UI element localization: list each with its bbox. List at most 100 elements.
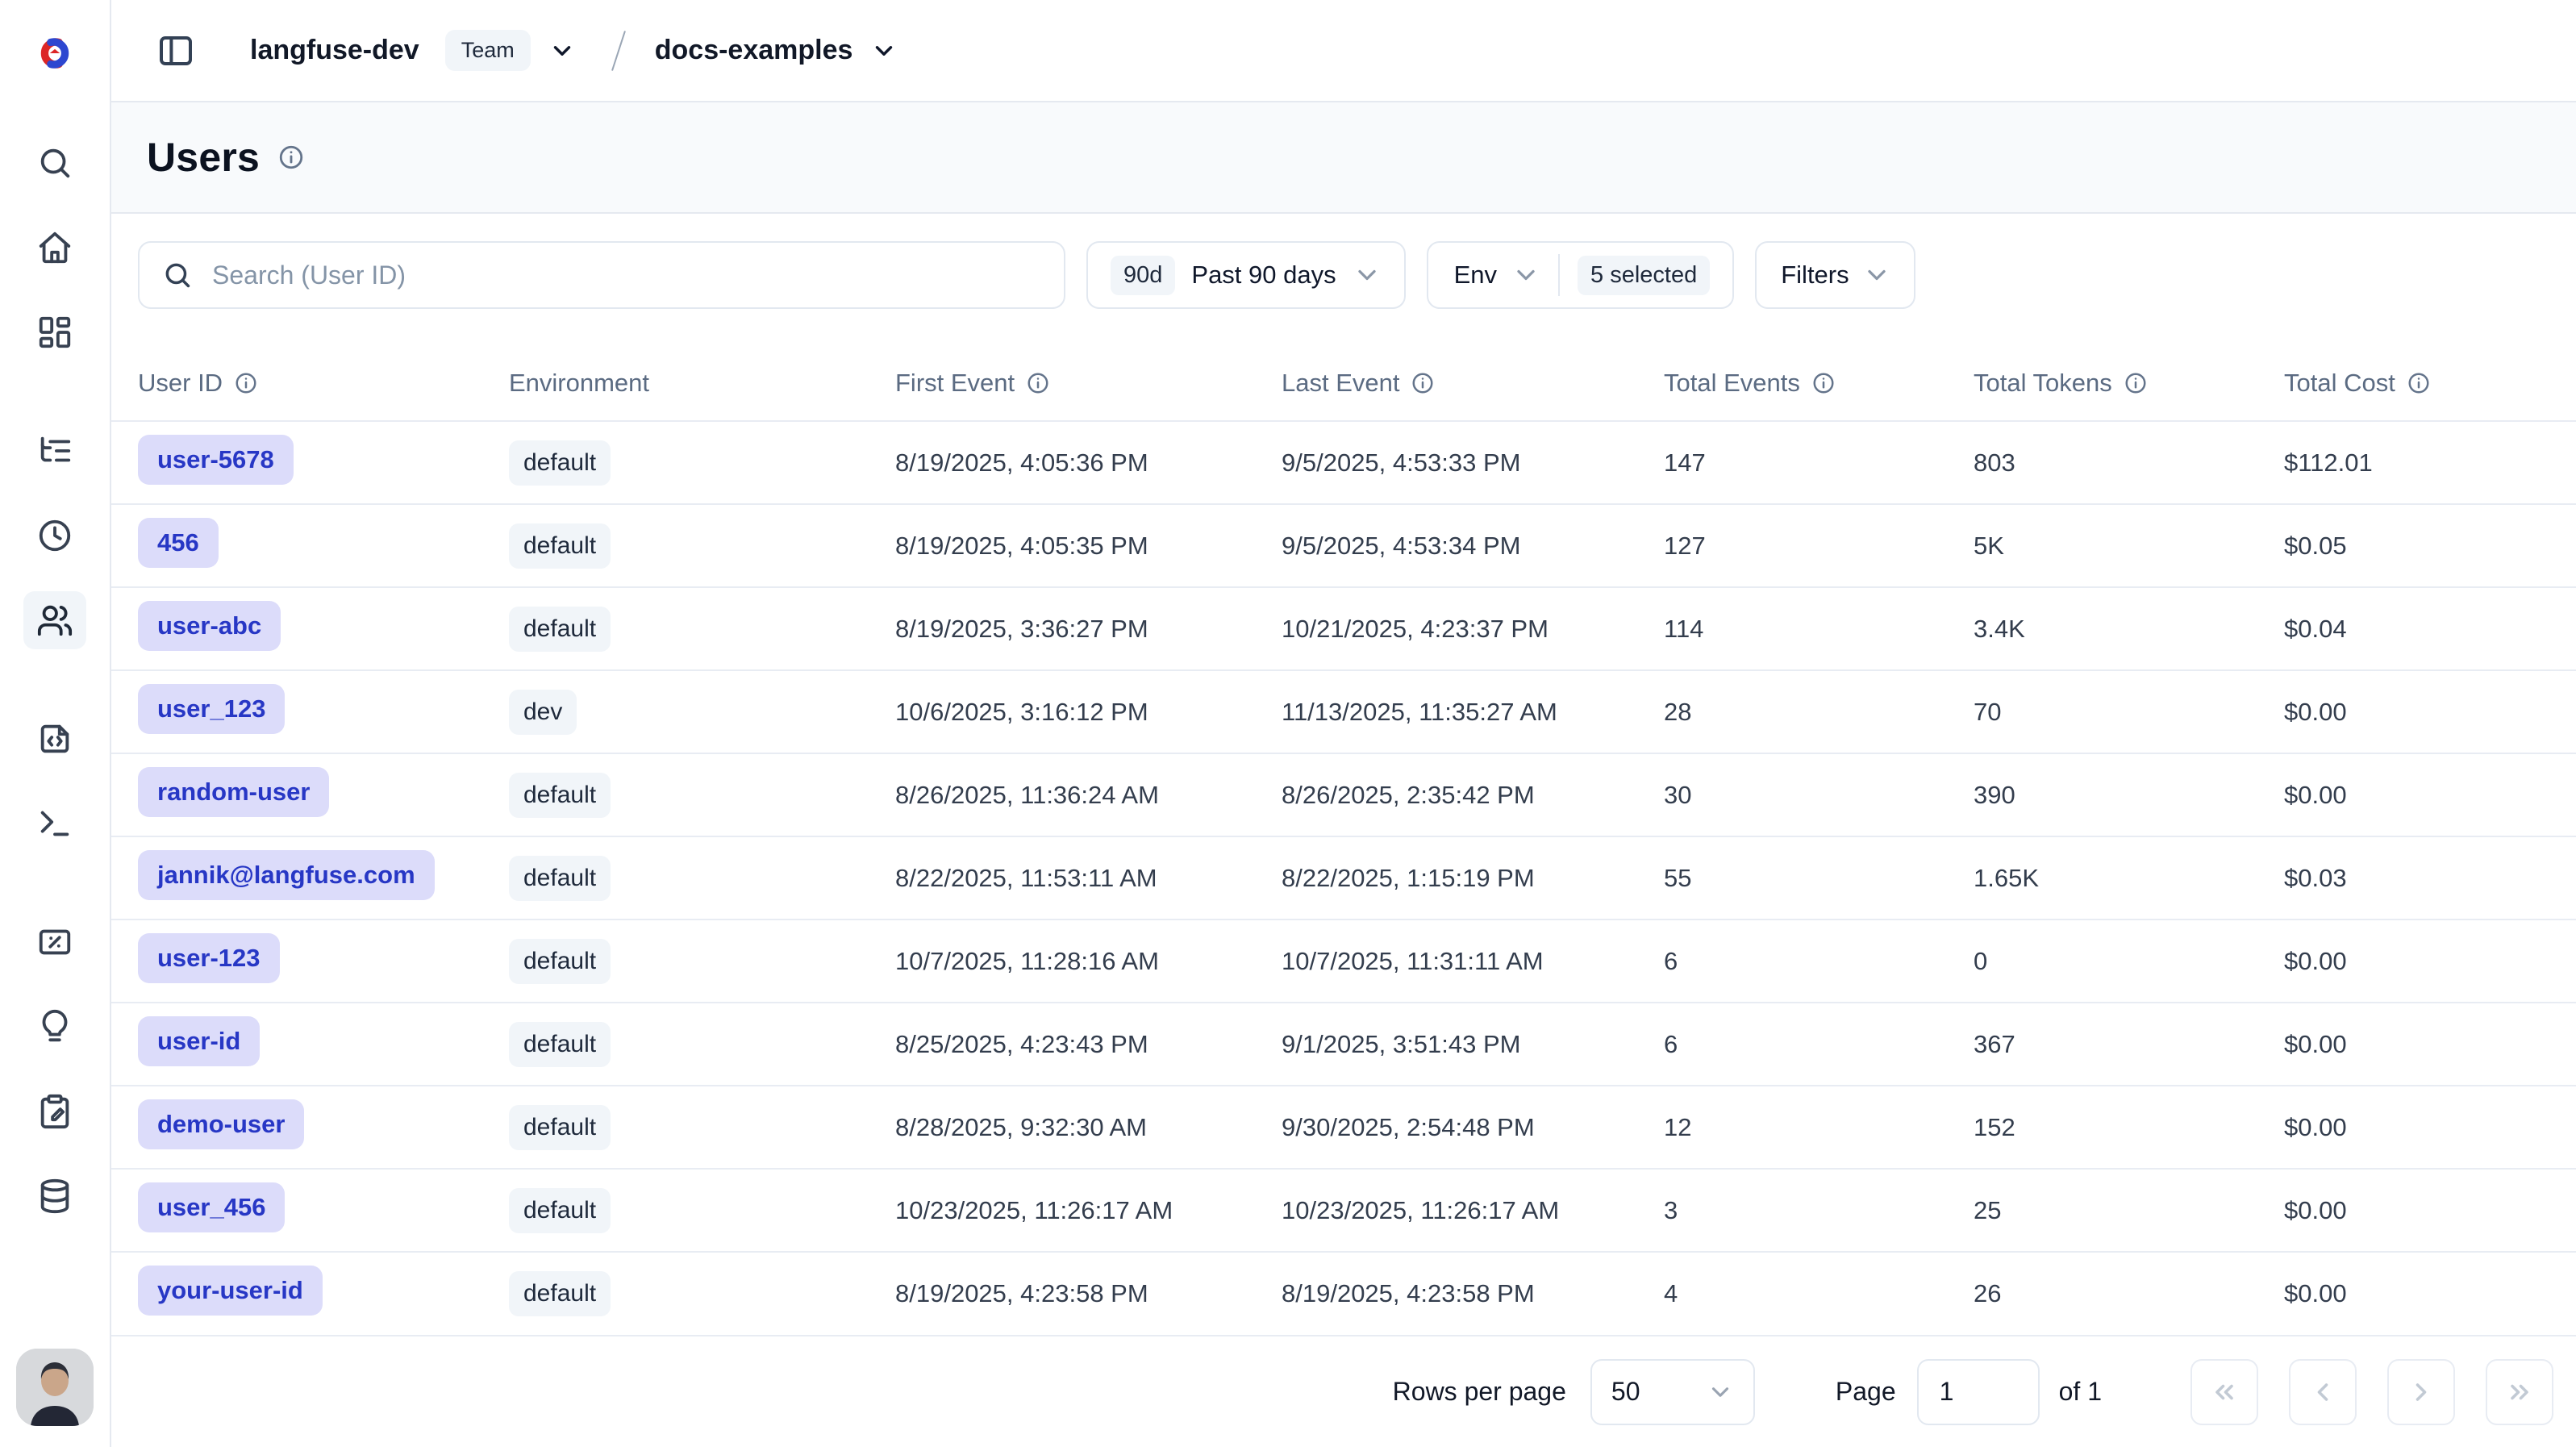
filters-button[interactable]: Filters [1755, 241, 1915, 309]
search-input[interactable] [212, 261, 1041, 290]
last-event-cell: 10/23/2025, 11:26:17 AM [1282, 1196, 1664, 1225]
first-page-button[interactable] [2190, 1359, 2258, 1425]
total-events-cell: 3 [1664, 1196, 1974, 1225]
column-header-label: Total Tokens [1974, 369, 2112, 398]
breadcrumb-org[interactable]: langfuse-dev [250, 35, 419, 66]
search-box [138, 241, 1065, 309]
total-events-cell: 114 [1664, 615, 1974, 644]
sidebar-item-users[interactable] [23, 591, 86, 649]
users-icon [36, 602, 73, 639]
table-row[interactable]: your-user-iddefault8/19/2025, 4:23:58 PM… [111, 1251, 2576, 1334]
sidebar-item-dashboards[interactable] [23, 303, 86, 361]
table-row[interactable]: user_123dev10/6/2025, 3:16:12 PM11/13/20… [111, 669, 2576, 753]
breadcrumb-project[interactable]: docs-examples [655, 35, 853, 66]
column-info-icon[interactable] [1026, 371, 1050, 395]
time-range-button[interactable]: 90d Past 90 days [1086, 241, 1406, 309]
sidebar-item-scores[interactable] [23, 913, 86, 971]
environment-filter-button[interactable]: Env 5 selected [1427, 241, 1735, 309]
page-header: Users [111, 102, 2576, 214]
column-header-label: Environment [509, 369, 649, 398]
sidebar-item-playground[interactable] [23, 794, 86, 853]
sidebar-item-tracing[interactable] [23, 422, 86, 480]
next-page-button[interactable] [2387, 1359, 2455, 1425]
user-id-badge[interactable]: user-id [138, 1016, 260, 1066]
divider [1558, 254, 1560, 296]
last-page-button[interactable] [2486, 1359, 2553, 1425]
table-body: user-5678default8/19/2025, 4:05:36 PM9/5… [111, 420, 2576, 1334]
table-row[interactable]: user-5678default8/19/2025, 4:05:36 PM9/5… [111, 420, 2576, 503]
user-id-badge[interactable]: user_456 [138, 1182, 285, 1232]
langfuse-logo-icon [31, 24, 78, 82]
last-event-cell: 10/21/2025, 4:23:37 PM [1282, 615, 1664, 644]
chevron-down-icon [1353, 261, 1382, 290]
total-events-cell: 6 [1664, 1030, 1974, 1059]
sidebar-nav [23, 134, 86, 1252]
total-cost-cell: $0.04 [2284, 615, 2576, 644]
top-bar: langfuse-dev Team docs-examples [111, 0, 2576, 102]
rows-per-page-select[interactable]: 50 [1590, 1359, 1755, 1425]
user-id-badge[interactable]: user-123 [138, 933, 280, 983]
org-plan-badge: Team [445, 30, 531, 71]
database-icon [36, 1178, 73, 1215]
sidebar-item-sessions[interactable] [23, 507, 86, 565]
env-label: Env [1454, 261, 1497, 290]
sidebar-item-prompts[interactable] [23, 710, 86, 768]
filters-label: Filters [1781, 261, 1849, 290]
main-column: langfuse-dev Team docs-examples Users 90… [111, 0, 2576, 1447]
sidebar-item-home[interactable] [23, 219, 86, 277]
chevron-down-icon [1707, 1378, 1734, 1406]
column-info-icon[interactable] [1811, 371, 1836, 395]
page-info-icon[interactable] [277, 144, 305, 171]
total-cost-cell: $0.03 [2284, 864, 2576, 893]
user-id-badge[interactable]: 456 [138, 518, 219, 568]
search-icon [162, 260, 193, 290]
page-number-input[interactable] [1917, 1359, 2040, 1425]
table-row[interactable]: user_456default10/23/2025, 11:26:17 AM10… [111, 1168, 2576, 1251]
user-id-badge[interactable]: user_123 [138, 684, 285, 734]
sidebar-item-evaluation[interactable] [23, 998, 86, 1056]
user-id-badge[interactable]: demo-user [138, 1099, 304, 1149]
column-info-icon[interactable] [2407, 371, 2431, 395]
total-events-cell: 127 [1664, 532, 1974, 561]
table-row[interactable]: user-123default10/7/2025, 11:28:16 AM10/… [111, 919, 2576, 1002]
sidebar-item-datasets[interactable] [23, 1167, 86, 1225]
column-info-icon[interactable] [234, 371, 258, 395]
total-tokens-cell: 3.4K [1974, 615, 2284, 644]
chevron-down-icon [1862, 261, 1891, 290]
user-id-badge[interactable]: your-user-id [138, 1266, 323, 1316]
time-range-badge: 90d [1111, 256, 1175, 295]
total-events-cell: 4 [1664, 1279, 1974, 1308]
page-label: Page [1836, 1377, 1896, 1407]
table-row[interactable]: jannik@langfuse.comdefault8/22/2025, 11:… [111, 836, 2576, 919]
total-tokens-cell: 1.65K [1974, 864, 2284, 893]
user-avatar[interactable] [16, 1349, 94, 1426]
last-event-cell: 9/1/2025, 3:51:43 PM [1282, 1030, 1664, 1059]
user-id-badge[interactable]: user-abc [138, 601, 281, 651]
org-chevron-down-icon[interactable] [548, 37, 576, 65]
user-id-badge[interactable]: jannik@langfuse.com [138, 850, 435, 900]
column-header-label: Total Events [1664, 369, 1800, 398]
project-chevron-down-icon[interactable] [870, 37, 898, 65]
user-id-badge[interactable]: random-user [138, 767, 329, 817]
users-table: User IDEnvironmentFirst EventLast EventT… [111, 346, 2576, 1335]
first-event-cell: 8/19/2025, 3:36:27 PM [895, 615, 1282, 644]
table-row[interactable]: user-abcdefault8/19/2025, 3:36:27 PM10/2… [111, 586, 2576, 669]
column-info-icon[interactable] [1411, 371, 1435, 395]
table-row[interactable]: user-iddefault8/25/2025, 4:23:43 PM9/1/2… [111, 1002, 2576, 1085]
total-cost-cell: $0.00 [2284, 1279, 2576, 1308]
table-row[interactable]: random-userdefault8/26/2025, 11:36:24 AM… [111, 753, 2576, 836]
user-id-badge[interactable]: user-5678 [138, 435, 294, 485]
pager-buttons [2190, 1359, 2553, 1425]
env-selected-badge: 5 selected [1578, 256, 1710, 295]
sidebar-toggle-icon[interactable] [152, 27, 200, 75]
prev-page-button[interactable] [2289, 1359, 2357, 1425]
total-events-cell: 55 [1664, 864, 1974, 893]
table-row[interactable]: demo-userdefault8/28/2025, 9:32:30 AM9/3… [111, 1085, 2576, 1168]
environment-badge: default [509, 1022, 611, 1067]
column-info-icon[interactable] [2124, 371, 2148, 395]
sidebar-item-search[interactable] [23, 134, 86, 192]
table-row[interactable]: 456default8/19/2025, 4:05:35 PM9/5/2025,… [111, 503, 2576, 586]
total-cost-cell: $0.00 [2284, 698, 2576, 727]
sidebar-item-annotation[interactable] [23, 1082, 86, 1141]
last-event-cell: 8/26/2025, 2:35:42 PM [1282, 781, 1664, 810]
